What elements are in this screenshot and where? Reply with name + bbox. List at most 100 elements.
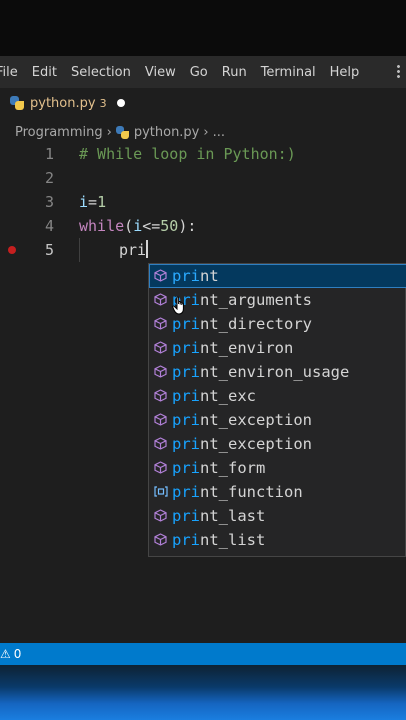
problems-count[interactable]: 0: [14, 647, 22, 661]
bottom-backdrop: [0, 665, 406, 720]
suggestion-item[interactable]: print_environ_usage: [149, 360, 406, 384]
breadcrumb-file[interactable]: python.py: [134, 125, 200, 140]
tab-python-py[interactable]: python.py 3: [0, 88, 135, 118]
cube-icon: [154, 461, 167, 474]
line-number: 5: [44, 241, 54, 259]
breadcrumb-folder[interactable]: Programming: [15, 125, 103, 140]
suggestion-item[interactable]: print_environ: [149, 336, 406, 360]
suggestion-rest: nt_environ_usage: [200, 363, 350, 381]
suggestion-match: pri: [172, 363, 200, 381]
suggestion-match: pri: [172, 411, 200, 429]
menu-view[interactable]: View: [145, 65, 176, 80]
line-number: 3: [44, 193, 54, 211]
menu-edit[interactable]: Edit: [32, 65, 57, 80]
suggestion-item[interactable]: print: [149, 264, 406, 288]
code-line[interactable]: 4 while(i<=50):: [0, 214, 406, 238]
suggestion-match: pri: [172, 435, 200, 453]
suggestion-match: pri: [172, 507, 200, 525]
token-operator: <=: [142, 217, 161, 235]
code-line[interactable]: 1 # While loop in Python:): [0, 142, 406, 166]
suggestion-rest: nt_function: [200, 483, 303, 501]
menu-selection[interactable]: Selection: [71, 65, 131, 80]
suggestion-rest: nt_last: [200, 507, 266, 525]
code-line[interactable]: 2: [0, 166, 406, 190]
warning-icon[interactable]: ⚠: [0, 647, 11, 661]
suggestion-rest: nt_form: [200, 459, 266, 477]
code-text: while(i<=50):: [79, 214, 196, 238]
menu-bar: File Edit Selection View Go Run Terminal…: [0, 56, 406, 88]
suggestion-match: pri: [172, 315, 200, 333]
suggestion-match: pri: [172, 387, 200, 405]
tab-bar: python.py 3: [0, 88, 406, 118]
code-line[interactable]: 3 i=1: [0, 190, 406, 214]
token-paren: (: [124, 217, 134, 235]
suggestion-item[interactable]: print_list: [149, 528, 406, 552]
suggestion-rest: nt_list: [200, 531, 266, 549]
suggestion-item[interactable]: print_form: [149, 456, 406, 480]
problems-count-badge: 3: [99, 96, 107, 110]
window-top-area: [0, 0, 406, 56]
suggestion-match: pri: [172, 339, 200, 357]
token-number: 50: [160, 217, 179, 235]
more-options-icon[interactable]: [397, 64, 400, 78]
suggestion-match: pri: [172, 531, 200, 549]
suggestion-item[interactable]: print_exception: [149, 408, 406, 432]
chevron-right-icon: ›: [106, 124, 112, 140]
cube-icon: [154, 413, 167, 426]
suggestion-rest: nt_exc: [200, 387, 256, 405]
unsaved-dot-icon[interactable]: [116, 99, 125, 107]
suggestion-rest: nt_exception: [200, 435, 312, 453]
suggestion-item[interactable]: print_function: [149, 480, 406, 504]
suggestion-match: pri: [172, 267, 200, 285]
suggestion-match: pri: [172, 459, 200, 477]
suggestion-rest: nt: [200, 267, 219, 285]
token-paren: ):: [178, 217, 197, 235]
comment-text: # While loop in Python:): [79, 145, 296, 163]
suggestion-item[interactable]: print_last: [149, 504, 406, 528]
suggestion-rest: nt_directory: [200, 315, 312, 333]
chevron-right-icon: ›: [203, 124, 209, 140]
line-number: 1: [44, 145, 54, 163]
code-text: i=1: [79, 190, 106, 214]
suggestion-item[interactable]: print_exc: [149, 384, 406, 408]
token-keyword: while: [79, 217, 125, 235]
token-variable: i: [133, 217, 143, 235]
cube-icon: [154, 365, 167, 378]
code-line-active[interactable]: 5 pri: [0, 238, 406, 262]
breadcrumb-ellipsis[interactable]: ...: [213, 125, 225, 140]
variable-icon: [154, 485, 168, 498]
menu-go[interactable]: Go: [190, 65, 208, 80]
tab-filename: python.py: [30, 95, 96, 111]
suggestion-rest: nt_arguments: [200, 291, 312, 309]
cube-icon: [154, 509, 167, 522]
cube-icon: [154, 269, 167, 282]
suggestion-match: pri: [172, 483, 200, 501]
token-operator: =: [88, 193, 98, 211]
cube-icon: [154, 533, 167, 546]
breakpoint-icon[interactable]: [8, 246, 16, 254]
cube-icon: [154, 437, 167, 450]
line-number: 2: [44, 169, 54, 187]
text-cursor: [146, 240, 149, 258]
cube-icon: [154, 293, 167, 306]
python-file-icon: [10, 96, 24, 110]
status-bar: ⚠ 0: [0, 643, 406, 665]
cube-icon: [154, 389, 167, 402]
menu-terminal[interactable]: Terminal: [261, 65, 316, 80]
hand-pointer-icon: [172, 296, 184, 315]
menu-run[interactable]: Run: [222, 65, 247, 80]
line-number: 4: [44, 217, 54, 235]
token-number: 1: [97, 193, 107, 211]
menu-file[interactable]: File: [0, 65, 18, 80]
suggestion-item[interactable]: print_exception: [149, 432, 406, 456]
menu-help[interactable]: Help: [330, 65, 360, 80]
cube-icon: [154, 341, 167, 354]
token-variable: i: [79, 193, 89, 211]
typed-text: pri: [119, 241, 147, 259]
suggestion-rest: nt_environ: [200, 339, 294, 357]
indent-guide: [79, 238, 80, 262]
cube-icon: [154, 317, 167, 330]
suggestion-rest: nt_exception: [200, 411, 312, 429]
code-text: pri: [119, 238, 149, 262]
python-file-icon: [115, 125, 129, 139]
